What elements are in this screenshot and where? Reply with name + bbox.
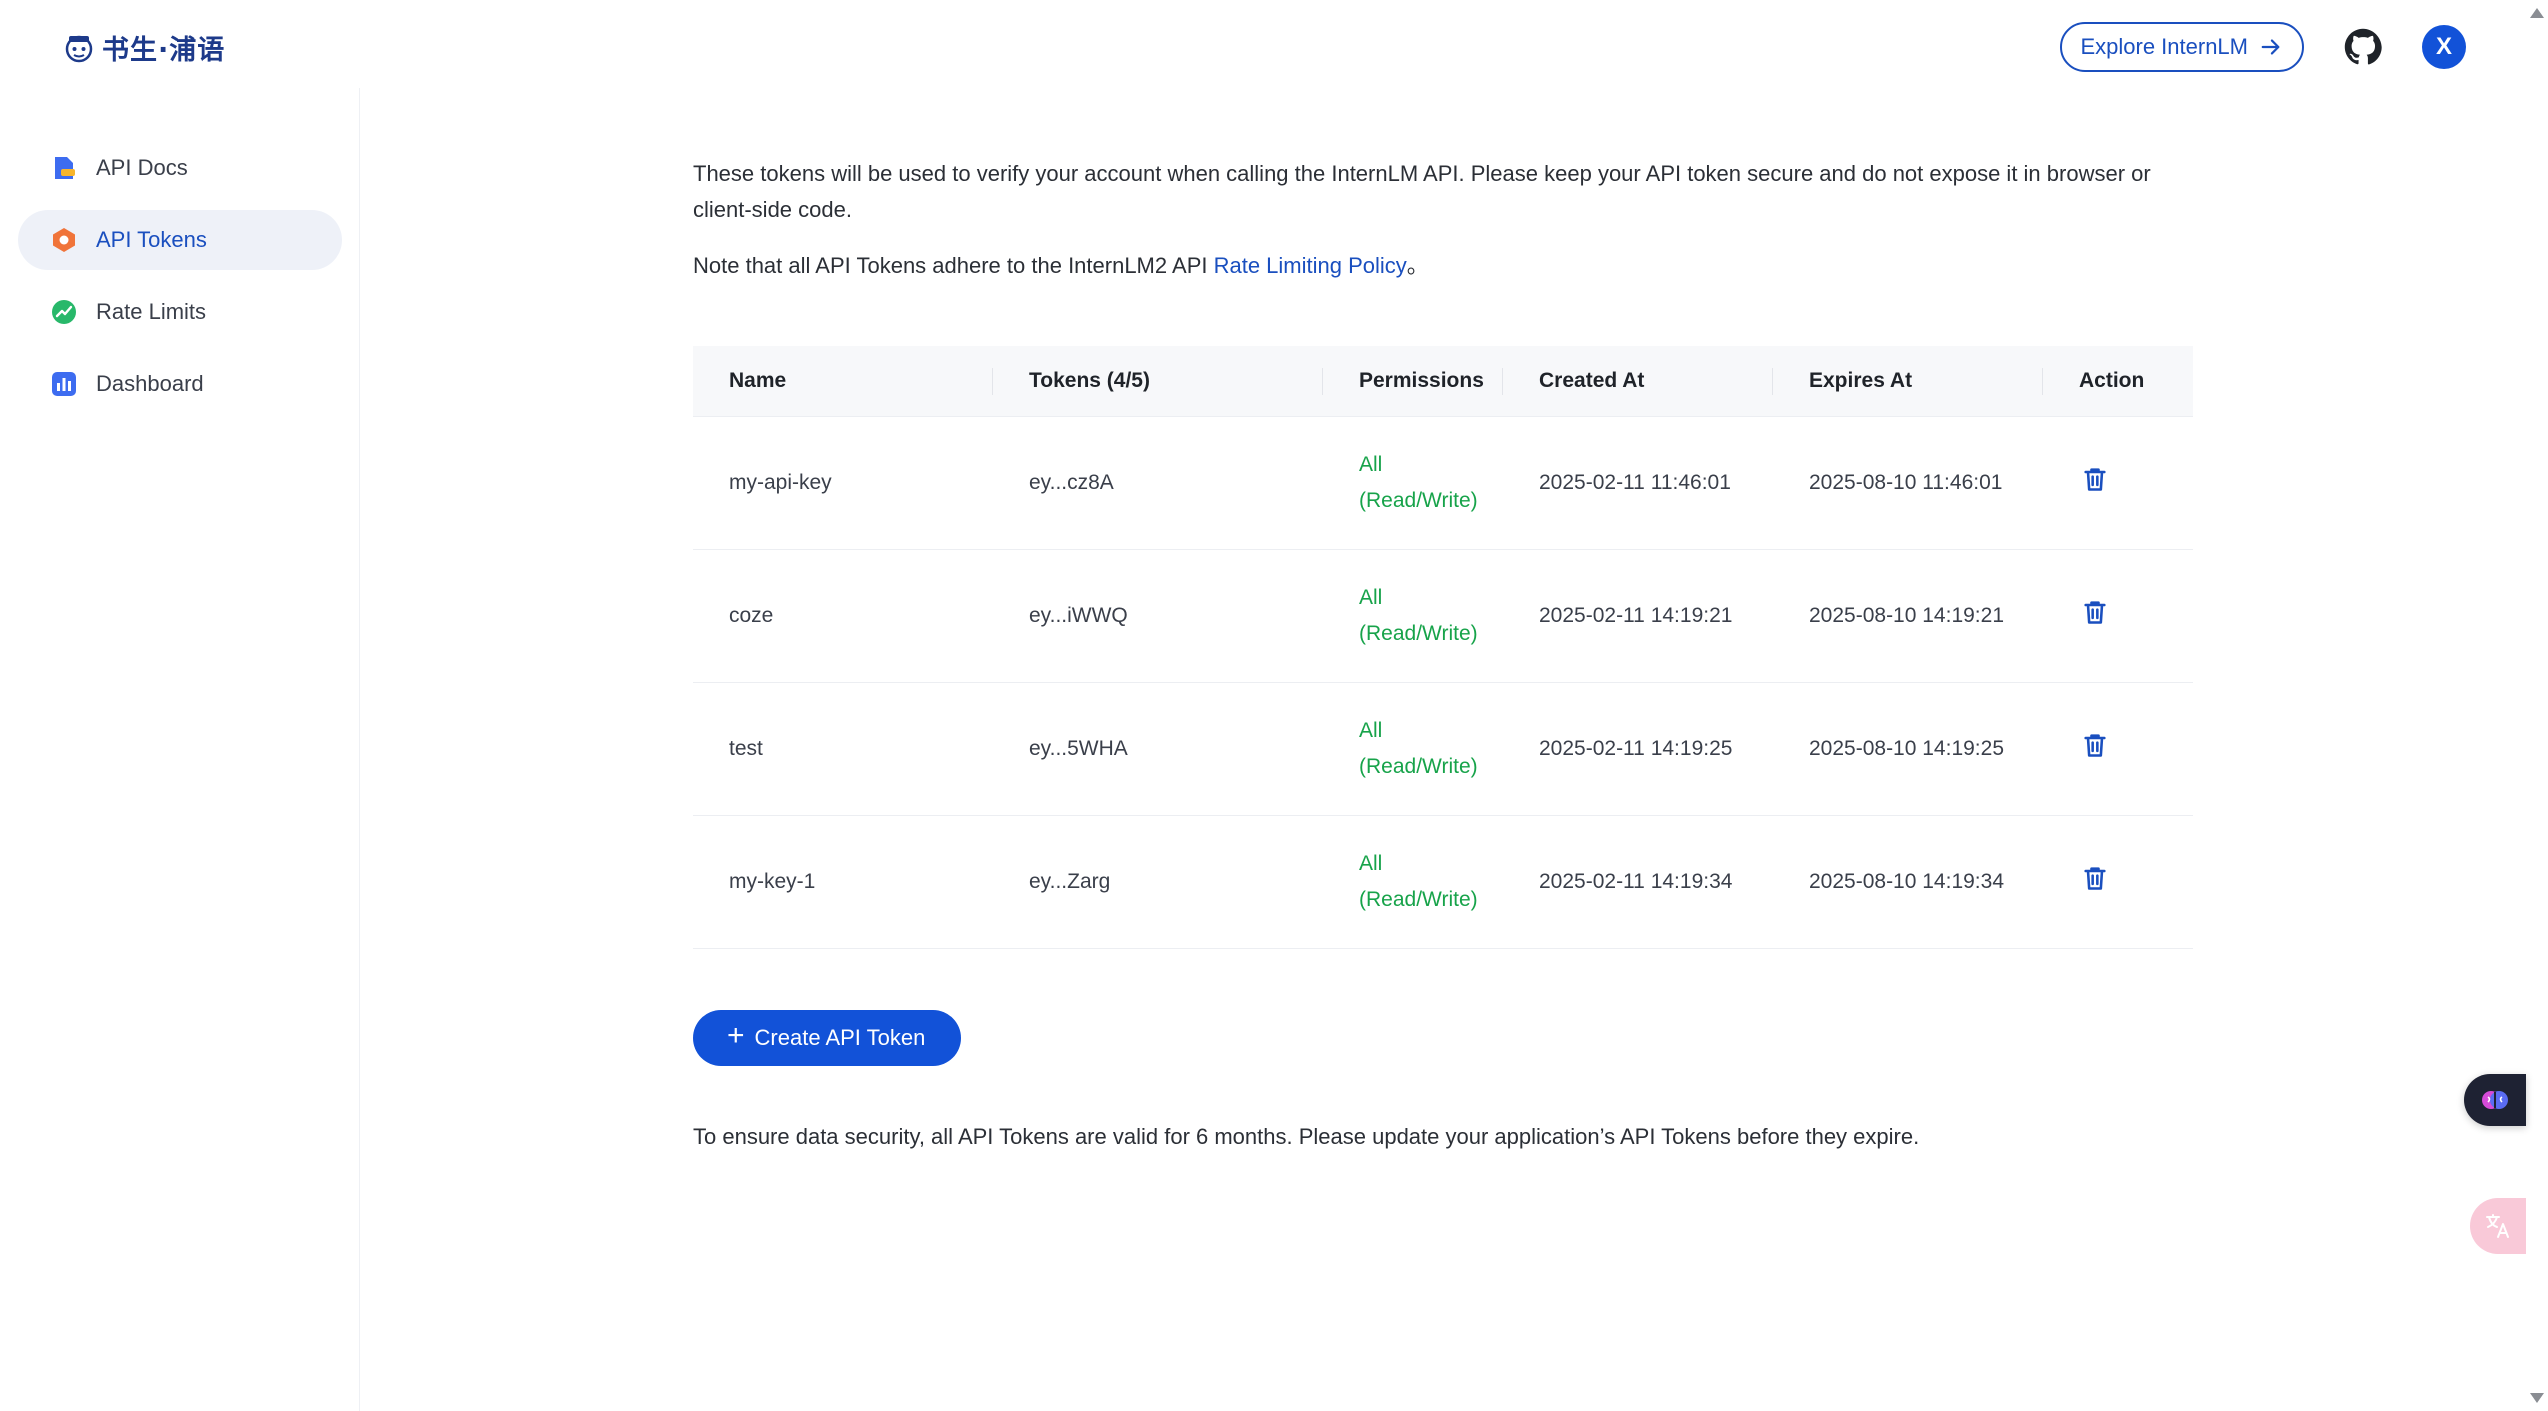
avatar[interactable]: X (2422, 25, 2466, 69)
api-tokens-table: Name Tokens (4/5) Permissions Created At… (693, 346, 2193, 949)
token-value: ey...5WHA (1029, 737, 1128, 760)
column-header-tokens: Tokens (4/5) (993, 346, 1323, 416)
sidebar-item-label: API Tokens (96, 227, 207, 252)
expires-at: 2025-08-10 14:19:21 (1809, 604, 2004, 627)
permission-scope: All (1359, 586, 1383, 609)
table-row: coze ey...iWWQ All (Read/Write) 2025-02-… (693, 550, 2193, 683)
page: 书生·浦语 Explore InternLM X API Docs API To… (0, 0, 2548, 1411)
token-value: ey...Zarg (1029, 870, 1111, 893)
created-at: 2025-02-11 11:46:01 (1539, 471, 1731, 494)
permission-scope: All (1359, 453, 1383, 476)
explore-internlm-button[interactable]: Explore InternLM (2060, 22, 2304, 72)
permission-scope: All (1359, 719, 1383, 742)
table-header: Name Tokens (4/5) Permissions Created At… (693, 346, 2193, 417)
hexagon-token-icon (53, 228, 75, 252)
action-cell (2043, 816, 2193, 948)
action-cell (2043, 683, 2193, 815)
column-header-action: Action (2079, 369, 2145, 392)
scroll-up-arrow[interactable] (2530, 8, 2544, 18)
token-name: test (729, 737, 763, 760)
sidebar-nav: API Docs API Tokens Rate Limits Dashboar… (18, 138, 342, 426)
trash-icon[interactable] (2081, 731, 2109, 759)
logo[interactable]: 书生·浦语 (62, 28, 225, 67)
token-value: ey...cz8A (1029, 471, 1114, 494)
trend-icon (52, 300, 76, 324)
permission-mode: (Read/Write) (1359, 888, 1478, 911)
permission-mode: (Read/Write) (1359, 489, 1478, 512)
note-suffix: 。 (1406, 253, 1429, 278)
brain-icon (2482, 1091, 2508, 1109)
rate-limit-note: Note that all API Tokens adhere to the I… (693, 248, 1429, 284)
token-permissions: All (Read/Write) (1323, 550, 1503, 682)
rate-limiting-policy-link[interactable]: Rate Limiting Policy (1214, 253, 1407, 278)
expires-at: 2025-08-10 11:46:01 (1809, 471, 2003, 494)
document-icon (55, 157, 75, 179)
translate-icon (2486, 1214, 2509, 1238)
token-name: my-api-key (729, 471, 832, 494)
action-cell (2043, 417, 2193, 549)
sidebar-item-rate-limits[interactable]: Rate Limits (18, 282, 342, 342)
column-header-permissions: Permissions (1323, 346, 1503, 416)
column-header-expires-at: Expires At (1773, 346, 2043, 416)
table-row: my-key-1 ey...Zarg All (Read/Write) 2025… (693, 816, 2193, 949)
column-header-name: Name (693, 346, 993, 416)
scroll-down-arrow[interactable] (2530, 1393, 2544, 1403)
trash-icon[interactable] (2081, 465, 2109, 493)
ai-assistant-widget[interactable] (2464, 1074, 2526, 1126)
sidebar-item-api-docs[interactable]: API Docs (18, 138, 342, 198)
token-value: ey...iWWQ (1029, 604, 1128, 627)
explore-label: Explore InternLM (2080, 34, 2248, 59)
logo-text: 书生·浦语 (102, 35, 226, 66)
token-permissions: All (Read/Write) (1323, 816, 1503, 948)
token-permissions: All (Read/Write) (1323, 417, 1503, 549)
bar-chart-icon (52, 372, 76, 396)
created-at: 2025-02-11 14:19:25 (1539, 737, 1733, 760)
expires-at: 2025-08-10 14:19:25 (1809, 737, 2004, 760)
action-cell (2043, 550, 2193, 682)
sidebar-item-api-tokens[interactable]: API Tokens (18, 210, 342, 270)
arrow-right-icon (2261, 39, 2280, 55)
github-icon[interactable] (2344, 28, 2382, 66)
trash-icon[interactable] (2081, 864, 2109, 892)
created-at: 2025-02-11 14:19:21 (1539, 604, 1733, 627)
permission-mode: (Read/Write) (1359, 622, 1478, 645)
translate-widget[interactable] (2470, 1198, 2526, 1254)
expires-at: 2025-08-10 14:19:34 (1809, 870, 2004, 893)
token-name: my-key-1 (729, 870, 816, 893)
permission-scope: All (1359, 852, 1383, 875)
sidebar-item-label: Dashboard (96, 371, 204, 396)
plus-icon: + (727, 1019, 745, 1052)
mascot-logo-icon (65, 35, 93, 62)
validity-note: To ensure data security, all API Tokens … (693, 1124, 1920, 1149)
token-name: coze (729, 604, 774, 627)
permission-mode: (Read/Write) (1359, 755, 1478, 778)
header-actions: Explore InternLM X (2060, 22, 2466, 72)
column-header-created-at: Created At (1503, 346, 1773, 416)
create-api-token-label: Create API Token (754, 1025, 926, 1050)
intro-text: These tokens will be used to verify your… (693, 161, 2151, 222)
note-prefix: Note that all API Tokens adhere to the I… (693, 253, 1214, 278)
sidebar-item-dashboard[interactable]: Dashboard (18, 354, 342, 414)
create-api-token-button[interactable]: + Create API Token (693, 1010, 962, 1066)
table-row: my-api-key ey...cz8A All (Read/Write) 20… (693, 417, 2193, 550)
table-row: test ey...5WHA All (Read/Write) 2025-02-… (693, 683, 2193, 816)
trash-icon[interactable] (2081, 598, 2109, 626)
sidebar-item-label: API Docs (96, 155, 188, 180)
created-at: 2025-02-11 14:19:34 (1539, 870, 1733, 893)
token-permissions: All (Read/Write) (1323, 683, 1503, 815)
sidebar-item-label: Rate Limits (96, 299, 207, 324)
